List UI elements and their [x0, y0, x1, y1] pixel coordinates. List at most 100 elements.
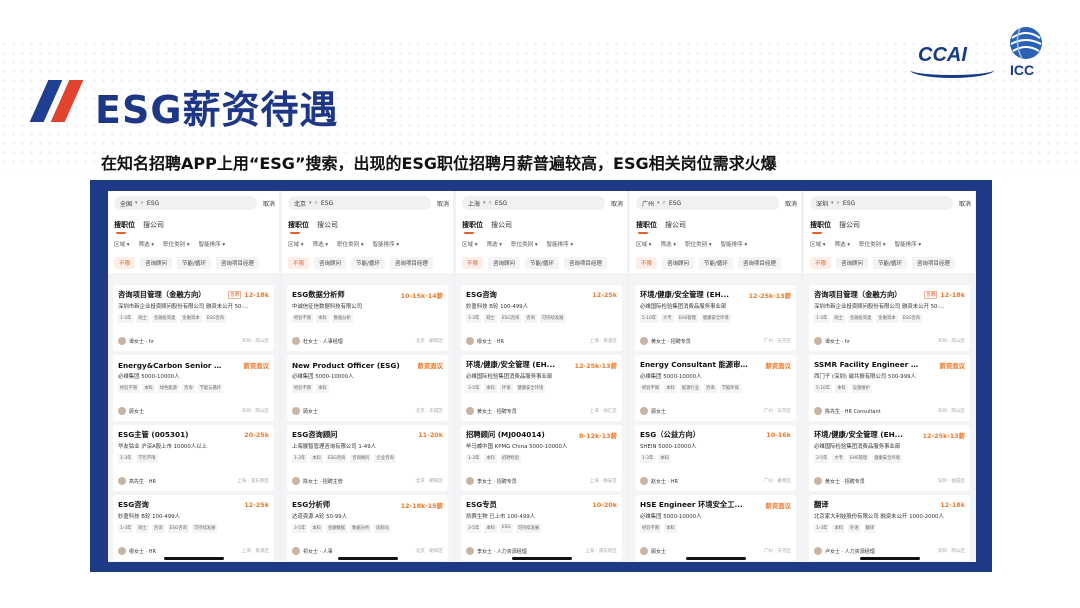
filter-dropdown[interactable]: 智能排序 ▾: [721, 240, 748, 248]
company-info: 毕马威中国 KPMG China 5000-10000人: [466, 444, 568, 450]
category-chip[interactable]: 节能/循环: [177, 257, 211, 269]
job-card[interactable]: ESG分析师 12-18k·15薪 达道资源 A轮 50-99人 3-5年 本科 金融数据…: [287, 495, 448, 561]
search-input[interactable]: 广州 ▾ ⌕ ESG: [636, 196, 779, 210]
cancel-button[interactable]: 取消: [263, 199, 275, 208]
filter-dropdown[interactable]: 区域 ▾: [810, 240, 826, 248]
category-chip[interactable]: 不限: [810, 257, 832, 269]
category-chip[interactable]: 不限: [288, 257, 310, 269]
category-chip[interactable]: 咨询项目经理: [563, 257, 607, 269]
company-info: 妙盈科技 B轮 100-499人: [466, 304, 528, 310]
category-chip[interactable]: 咨询项目经理: [389, 257, 433, 269]
job-card[interactable]: 招聘顾问 (MJ004014) 8-12k·13薪 毕马威中国 KPMG China…: [461, 425, 622, 491]
filter-dropdown[interactable]: 筛选 ▾: [139, 240, 155, 248]
category-chip[interactable]: 节能/循环: [873, 257, 907, 269]
job-card[interactable]: New Product Officer (ESG) 薪资面议 必维集团 5000-1…: [287, 355, 448, 421]
salary: 12-18k: [244, 291, 269, 299]
filter-dropdown[interactable]: 职位类别 ▾: [163, 240, 190, 248]
filter-dropdown[interactable]: 智能排序 ▾: [547, 240, 574, 248]
category-chip[interactable]: 咨询顾问: [314, 257, 347, 269]
tab-search-company[interactable]: 搜公司: [665, 220, 686, 230]
job-location: 北京 · 东城区: [415, 409, 443, 414]
cancel-button[interactable]: 取消: [611, 199, 623, 208]
job-card[interactable]: ESG咨询 12-25k 妙盈科技 B轮 100-499人 1-3年 硕士 ESG咨询 咨询…: [461, 285, 622, 351]
job-card[interactable]: 环境/健康/安全管理 (EH... 12-25k·13薪 必维国际检验集团消费品服务…: [635, 285, 796, 351]
category-chip[interactable]: 咨询顾问: [662, 257, 695, 269]
category-chip[interactable]: 咨询顾问: [488, 257, 521, 269]
category-chip[interactable]: 不限: [636, 257, 658, 269]
recruiter-name: 陈先生 · HR Consultant: [825, 408, 881, 415]
job-tag: EHS管理: [847, 454, 870, 463]
job-card[interactable]: 咨询项目管理（金融方向） 急聘 12-18k 深圳市新企业投资顾问股份有限公司 融资未…: [113, 285, 274, 351]
job-card[interactable]: ESG主管 (005301) 20-25k 华友钴业 沪深A股上市 10000人以上…: [113, 425, 274, 491]
tab-search-company[interactable]: 搜公司: [839, 220, 860, 230]
job-tag: 经验不限: [640, 384, 662, 393]
category-chips: 不限 咨询顾问 节能/循环 咨询项目经理: [456, 253, 627, 273]
job-tag: 可持续发展: [191, 524, 218, 533]
cancel-button[interactable]: 取消: [785, 199, 797, 208]
job-card[interactable]: 翻译 12-18k 北京家大利娃股份有限公司 融资未公开 1000-2000人 1-3…: [809, 495, 970, 561]
city-selector[interactable]: 北京: [294, 199, 306, 208]
job-card[interactable]: ESG（公益方向） 10-16k SHEIN 5000-10000人 1-3年 本科 赵女…: [635, 425, 796, 491]
filter-dropdown[interactable]: 区域 ▾: [462, 240, 478, 248]
tab-search-company[interactable]: 搜公司: [491, 220, 512, 230]
job-card[interactable]: Energy&Carbon Senior Con... 薪资面议 必维集团 5000…: [113, 355, 274, 421]
tab-search-jobs[interactable]: 搜职位: [114, 220, 135, 234]
filter-dropdown[interactable]: 职位类别 ▾: [337, 240, 364, 248]
city-selector[interactable]: 上海: [468, 199, 480, 208]
filter-dropdown[interactable]: 智能排序 ▾: [199, 240, 226, 248]
job-card[interactable]: ESG咨询顾问 11-20k 上海展智管理咨询有限公司 1-49人 1-3年 本科 ESG…: [287, 425, 448, 491]
job-card[interactable]: Energy Consultant 能源审... 薪资面议 必维集团 5000-10…: [635, 355, 796, 421]
job-card[interactable]: HSE Engineer 环境安全工... 薪资面议 必维集团 5000-10000…: [635, 495, 796, 561]
job-card[interactable]: SSMR Facility Engineer 厂... 薪资面议 西门子 (深圳) …: [809, 355, 970, 421]
category-chip[interactable]: 咨询顾问: [140, 257, 173, 269]
job-card[interactable]: ESG咨询 12-25k 妙盈科技 B轮 100-499人 1-3年 硕士 咨询 ESG咨询…: [113, 495, 274, 561]
job-card[interactable]: 环境/健康/安全管理 (EH... 12-25k·13薪 必维国际检验集团消费品服务…: [809, 425, 970, 491]
company-info: 深圳市新企业投资顾问股份有限公司 融资未公开 50-...: [814, 304, 945, 310]
filter-dropdown[interactable]: 筛选 ▾: [313, 240, 329, 248]
category-chip[interactable]: 节能/循环: [351, 257, 385, 269]
category-chip[interactable]: 咨询顾问: [836, 257, 869, 269]
search-icon: ⌕: [140, 199, 144, 206]
job-card[interactable]: 咨询项目管理（金融方向） 急聘 12-18k 深圳市新企业投资顾问股份有限公司 融资未…: [809, 285, 970, 351]
job-location: 深圳 · 南山区: [241, 339, 269, 344]
search-input[interactable]: 全国 ▾ ⌕ ESG: [114, 196, 257, 210]
filter-dropdown[interactable]: 职位类别 ▾: [859, 240, 886, 248]
city-selector[interactable]: 广州: [642, 199, 654, 208]
salary: 薪资面议: [243, 361, 269, 370]
tab-search-jobs[interactable]: 搜职位: [462, 220, 483, 234]
tab-search-company[interactable]: 搜公司: [317, 220, 338, 230]
search-input[interactable]: 北京 ▾ ⌕ ESG: [288, 196, 431, 210]
tab-search-jobs[interactable]: 搜职位: [636, 220, 657, 234]
search-input[interactable]: 深圳 ▾ ⌕ ESG: [810, 196, 953, 210]
filter-dropdown[interactable]: 智能排序 ▾: [895, 240, 922, 248]
search-input[interactable]: 上海 ▾ ⌕ ESG: [462, 196, 605, 210]
category-chip[interactable]: 不限: [114, 257, 136, 269]
job-card[interactable]: ESG数据分析师 10-15k·14薪 中诚信征信数据科技有限公司 经验不限 本科 数据分…: [287, 285, 448, 351]
tab-search-company[interactable]: 搜公司: [143, 220, 164, 230]
tab-search-jobs[interactable]: 搜职位: [288, 220, 309, 234]
category-chip[interactable]: 不限: [462, 257, 484, 269]
category-chip[interactable]: 咨询项目经理: [911, 257, 955, 269]
filter-dropdown[interactable]: 职位类别 ▾: [511, 240, 538, 248]
job-tag: 数据分析: [331, 314, 353, 323]
tab-search-jobs[interactable]: 搜职位: [810, 220, 831, 234]
filter-dropdown[interactable]: 区域 ▾: [636, 240, 652, 248]
filter-dropdown[interactable]: 筛选 ▾: [487, 240, 503, 248]
category-chip[interactable]: 咨询项目经理: [737, 257, 781, 269]
category-chip[interactable]: 咨询项目经理: [215, 257, 259, 269]
job-card[interactable]: ESG专员 10-20k 凯赛生物 已上市 100-499人 3-5年 本科 ESG 可持续…: [461, 495, 622, 561]
filter-dropdown[interactable]: 筛选 ▾: [835, 240, 851, 248]
cancel-button[interactable]: 取消: [959, 199, 971, 208]
city-selector[interactable]: 全国: [120, 199, 132, 208]
filter-dropdown[interactable]: 智能排序 ▾: [373, 240, 400, 248]
filter-dropdown[interactable]: 区域 ▾: [114, 240, 130, 248]
filter-dropdown[interactable]: 区域 ▾: [288, 240, 304, 248]
cancel-button[interactable]: 取消: [437, 199, 449, 208]
category-chip[interactable]: 节能/循环: [699, 257, 733, 269]
filter-dropdown[interactable]: 筛选 ▾: [661, 240, 677, 248]
job-card[interactable]: 环境/健康/安全管理 (EH... 12-25k·13薪 必维国际检验集团消费品服务…: [461, 355, 622, 421]
filter-dropdown[interactable]: 职位类别 ▾: [685, 240, 712, 248]
category-chip[interactable]: 节能/循环: [525, 257, 559, 269]
job-tag: 1-3年: [814, 524, 830, 533]
city-selector[interactable]: 深圳: [816, 199, 828, 208]
